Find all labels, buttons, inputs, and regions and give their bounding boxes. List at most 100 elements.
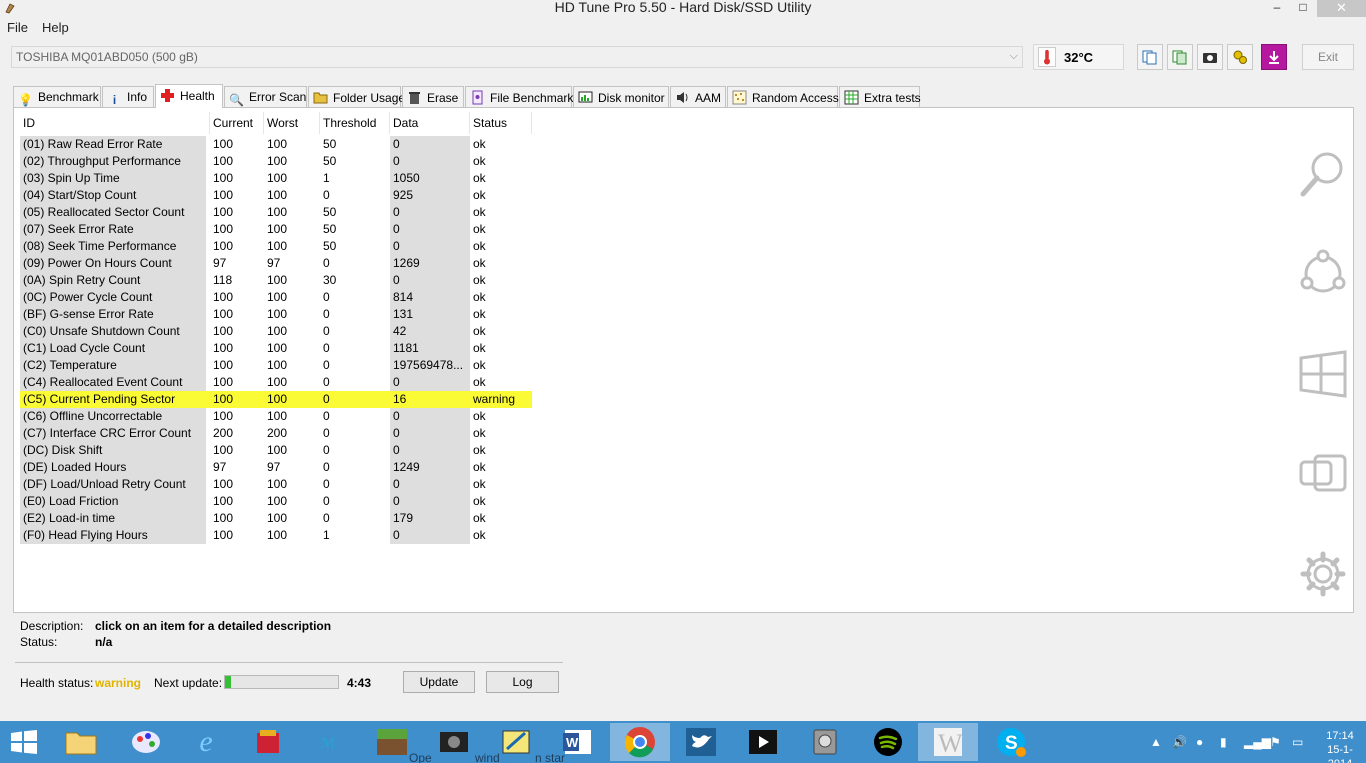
taskbar-clock[interactable]: 17:14 15-1-2014: [1318, 729, 1362, 763]
table-cell: 100: [267, 205, 288, 219]
tab-info[interactable]: i Info: [102, 86, 154, 107]
table-cell: 100: [267, 528, 288, 542]
tab-benchmark[interactable]: 💡 Benchmark: [13, 86, 101, 107]
table-row[interactable]: (07) Seek Error Rate 100 100 50 0 ok: [20, 221, 532, 238]
taskbar-paint[interactable]: [118, 723, 174, 761]
table-row[interactable]: (C1) Load Cycle Count 100 100 0 1181 ok: [20, 340, 532, 357]
tray-action-center-icon[interactable]: ⚑: [1270, 735, 1281, 749]
table-cell: 100: [213, 358, 234, 372]
table-row[interactable]: (E2) Load-in time 100 100 0 179 ok: [20, 510, 532, 527]
taskbar-twitter[interactable]: [673, 723, 729, 761]
table-cell: ok: [473, 511, 486, 525]
table-row[interactable]: (BF) G-sense Error Rate 100 100 0 131 ok: [20, 306, 532, 323]
column-header-current[interactable]: Current: [210, 112, 264, 134]
taskbar-internet-explorer[interactable]: e: [178, 723, 234, 761]
table-row[interactable]: (01) Raw Read Error Rate 100 100 50 0 ok: [20, 136, 532, 153]
table-row[interactable]: (DF) Load/Unload Retry Count 100 100 0 0 ok: [20, 476, 532, 493]
tab-label: Extra tests: [864, 91, 921, 105]
taskbar-skype[interactable]: S: [983, 723, 1039, 761]
table-row[interactable]: (09) Power On Hours Count 97 97 0 1269 ok: [20, 255, 532, 272]
table-row[interactable]: (F0) Head Flying Hours 100 100 1 0 ok: [20, 527, 532, 544]
column-header-threshold[interactable]: Threshold: [320, 112, 390, 134]
tab-random-access[interactable]: Random Access: [727, 86, 839, 107]
taskbar-hdtune[interactable]: [797, 723, 853, 761]
menu-help[interactable]: Help: [42, 20, 69, 35]
table-cell: 97: [267, 460, 281, 474]
taskbar-word[interactable]: W: [918, 723, 978, 761]
exit-button[interactable]: Exit: [1302, 44, 1354, 70]
tab-aam[interactable]: AAM: [670, 86, 726, 107]
table-cell: 100: [267, 511, 288, 525]
tray-battery-icon[interactable]: ▮: [1220, 735, 1227, 749]
taskbar-archive[interactable]: [240, 723, 296, 761]
tab-health[interactable]: Health: [155, 84, 223, 108]
close-button[interactable]: ✕: [1317, 0, 1366, 17]
column-header-worst[interactable]: Worst: [264, 112, 320, 134]
table-cell: (DC) Disk Shift: [20, 442, 206, 459]
table-row[interactable]: (C2) Temperature 100 100 0 197569478... ok: [20, 357, 532, 374]
table-cell: 100: [267, 290, 288, 304]
log-button[interactable]: Log: [486, 671, 559, 693]
table-row[interactable]: (03) Spin Up Time 100 100 1 1050 ok: [20, 170, 532, 187]
table-row[interactable]: (DE) Loaded Hours 97 97 0 1249 ok: [20, 459, 532, 476]
table-row[interactable]: (0C) Power Cycle Count 100 100 0 814 ok: [20, 289, 532, 306]
title-bar: HD Tune Pro 5.50 - Hard Disk/SSD Utility…: [0, 0, 1366, 17]
column-header-data[interactable]: Data: [390, 112, 470, 134]
taskbar-group[interactable]: Ope wind n star W: [365, 723, 605, 763]
table-row[interactable]: (05) Reallocated Sector Count 100 100 50 0 ok: [20, 204, 532, 221]
drive-select[interactable]: TOSHIBA MQ01ABD050 (500 gB) ⌵: [11, 46, 1023, 68]
table-cell: 100: [213, 409, 234, 423]
tab-folder-usage[interactable]: Folder Usage: [308, 86, 405, 107]
tab-file-benchmark[interactable]: File Benchmark: [465, 86, 574, 107]
table-cell: 100: [267, 239, 288, 253]
taskbar-app[interactable]: ℳ: [300, 723, 356, 761]
taskbar-spotify[interactable]: [860, 723, 916, 761]
table-row[interactable]: (04) Start/Stop Count 100 100 0 925 ok: [20, 187, 532, 204]
table-row[interactable]: (C5) Current Pending Sector 100 100 0 16 warn…: [20, 391, 532, 408]
options-button[interactable]: [1227, 44, 1253, 70]
save-button[interactable]: [1261, 44, 1287, 70]
taskbar-explorer[interactable]: [53, 723, 109, 761]
taskbar-chrome[interactable]: [610, 723, 670, 761]
copy-all-button[interactable]: [1167, 44, 1193, 70]
tray-volume-icon[interactable]: 🔊: [1172, 735, 1187, 749]
table-cell: 100: [213, 222, 234, 236]
table-cell: 814: [390, 289, 470, 306]
table-row[interactable]: (DC) Disk Shift 100 100 0 0 ok: [20, 442, 532, 459]
minimize-button[interactable]: –: [1264, 0, 1290, 17]
word-doc-icon: W: [934, 728, 963, 758]
tab-erase[interactable]: Erase: [402, 86, 464, 107]
table-row[interactable]: (08) Seek Time Performance 100 100 50 0 ok: [20, 238, 532, 255]
column-header-id[interactable]: ID: [20, 112, 210, 134]
windows-logo-icon[interactable]: [10, 730, 38, 754]
tray-chevron-up-icon[interactable]: ▲: [1150, 735, 1162, 749]
maximize-button[interactable]: □: [1290, 0, 1316, 17]
table-row[interactable]: (C0) Unsafe Shutdown Count 100 100 0 42 ok: [20, 323, 532, 340]
copy-info-button[interactable]: [1137, 44, 1163, 70]
column-header-status[interactable]: Status: [470, 112, 532, 134]
tray-keyboard-icon[interactable]: ▭: [1292, 735, 1303, 749]
update-button[interactable]: Update: [403, 671, 475, 693]
table-cell: 0: [323, 443, 330, 457]
table-row[interactable]: (C6) Offline Uncorrectable 100 100 0 0 ok: [20, 408, 532, 425]
table-row[interactable]: (C7) Interface CRC Error Count 200 200 0 0 ok: [20, 425, 532, 442]
table-cell: ok: [473, 477, 486, 491]
screenshot-button[interactable]: [1197, 44, 1223, 70]
table-row[interactable]: (C4) Reallocated Event Count 100 100 0 0 ok: [20, 374, 532, 391]
skype-icon: S: [997, 728, 1026, 757]
tab-extra-tests[interactable]: Extra tests: [839, 86, 921, 107]
tray-spotify-icon[interactable]: ●: [1196, 735, 1203, 749]
table-cell: (05) Reallocated Sector Count: [20, 204, 206, 221]
tab-error-scan[interactable]: 🔍 Error Scan: [224, 86, 307, 107]
magnifier-icon: 🔍: [229, 93, 244, 107]
table-cell: 0: [323, 477, 330, 491]
table-row[interactable]: (02) Throughput Performance 100 100 50 0 ok: [20, 153, 532, 170]
table-row[interactable]: (0A) Spin Retry Count 118 100 30 0 ok: [20, 272, 532, 289]
taskbar-video[interactable]: [735, 723, 791, 761]
tab-label: File Benchmark: [490, 91, 574, 105]
table-cell: ok: [473, 528, 486, 542]
tab-disk-monitor[interactable]: Disk monitor: [573, 86, 669, 107]
tray-network-icon[interactable]: ▂▄▆: [1244, 735, 1271, 749]
table-row[interactable]: (E0) Load Friction 100 100 0 0 ok: [20, 493, 532, 510]
menu-file[interactable]: File: [7, 20, 28, 35]
